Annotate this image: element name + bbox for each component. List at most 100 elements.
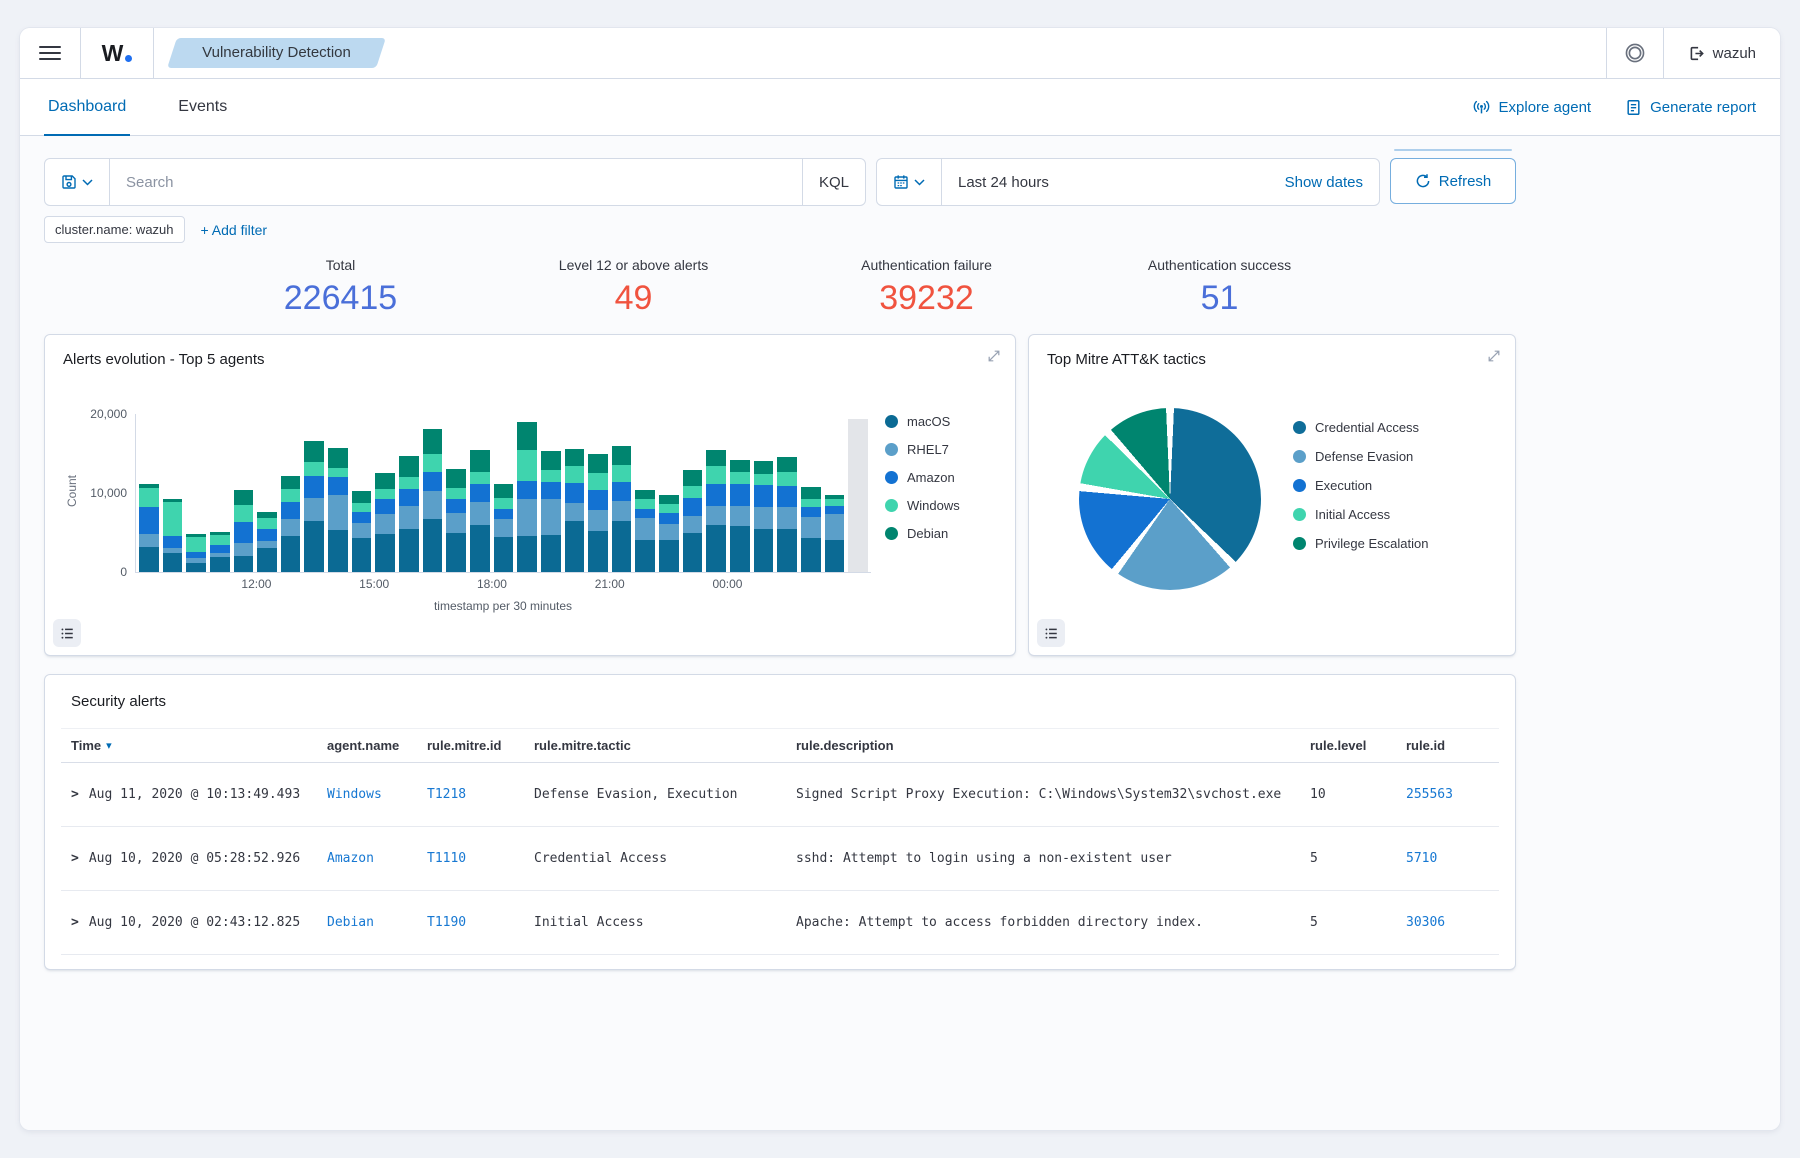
user-menu-button[interactable]: wazuh [1664, 28, 1780, 78]
bar[interactable] [163, 414, 183, 572]
bar-segment-macOS [375, 534, 395, 572]
bar[interactable] [375, 414, 395, 572]
explore-agent-button[interactable]: Explore agent [1472, 99, 1592, 116]
inspect-panel-button[interactable] [53, 619, 81, 647]
bar[interactable] [470, 414, 490, 572]
bar[interactable] [517, 414, 537, 572]
bar-segment-RHEL7 [470, 502, 490, 526]
legend-dot [885, 443, 898, 456]
bar-segment-RHEL7 [612, 501, 632, 521]
bar[interactable] [304, 414, 324, 572]
bar-segment-Debian [588, 454, 608, 473]
legend-label: Initial Access [1315, 507, 1390, 522]
table-row[interactable]: >Aug 11, 2020 @ 10:13:49.493 Windows T12… [61, 763, 1499, 827]
legend-item[interactable]: RHEL7 [885, 442, 997, 457]
bar[interactable] [234, 414, 254, 572]
top-header: W Vulnerability Detection wazuh [20, 28, 1780, 79]
bar[interactable] [423, 414, 443, 572]
time-range-value[interactable]: Last 24 hours [942, 174, 1269, 191]
agent-link[interactable]: Windows [327, 787, 382, 802]
breadcrumb[interactable]: Vulnerability Detection [172, 28, 381, 78]
filter-chip[interactable]: cluster.name: wazuh [44, 216, 185, 243]
bar[interactable] [754, 414, 774, 572]
show-dates-button[interactable]: Show dates [1269, 174, 1379, 191]
rule-id-link[interactable]: 5710 [1406, 851, 1437, 866]
calendar-icon [893, 174, 909, 190]
bar-segment-RHEL7 [730, 506, 750, 527]
expand-row-icon[interactable]: > [71, 915, 79, 930]
menu-button[interactable] [20, 28, 80, 78]
wazuh-logo[interactable]: W [81, 28, 153, 78]
bar[interactable] [683, 414, 703, 572]
bar[interactable] [139, 414, 159, 572]
bar[interactable] [494, 414, 514, 572]
tab-dashboard[interactable]: Dashboard [44, 79, 130, 135]
legend-item[interactable]: Amazon [885, 470, 997, 485]
table-row[interactable]: >Aug 10, 2020 @ 05:28:52.926 Amazon T111… [61, 827, 1499, 891]
health-status-button[interactable] [1607, 28, 1663, 78]
bar[interactable] [328, 414, 348, 572]
mitre-id-link[interactable]: T1110 [427, 851, 466, 866]
rule-id-link[interactable]: 30306 [1406, 915, 1445, 930]
search-input[interactable] [110, 174, 802, 191]
bar[interactable] [352, 414, 372, 572]
bar[interactable] [612, 414, 632, 572]
legend-item[interactable]: Execution [1293, 478, 1497, 493]
legend-item[interactable]: Windows [885, 498, 997, 513]
tab-events[interactable]: Events [174, 79, 231, 135]
stat-card: Authentication success 51 [1073, 249, 1366, 318]
y-tick: 10,000 [90, 486, 127, 500]
bar[interactable] [588, 414, 608, 572]
saved-queries-button[interactable] [45, 159, 110, 205]
legend-item[interactable]: Credential Access [1293, 420, 1497, 435]
agent-link[interactable]: Amazon [327, 851, 374, 866]
bar[interactable] [399, 414, 419, 572]
bar-segment-Windows [777, 472, 797, 485]
inspect-panel-button[interactable] [1037, 619, 1065, 647]
legend-label: Amazon [907, 470, 955, 485]
legend-item[interactable]: Defense Evasion [1293, 449, 1497, 464]
column-header-time[interactable]: Time▾ [61, 729, 317, 762]
bar[interactable] [659, 414, 679, 572]
legend-item[interactable]: Initial Access [1293, 507, 1497, 522]
rule-id-link[interactable]: 255563 [1406, 787, 1453, 802]
refresh-button[interactable]: Refresh [1390, 158, 1516, 204]
expand-icon [1487, 349, 1501, 363]
bar[interactable] [730, 414, 750, 572]
expand-panel-button[interactable] [983, 345, 1005, 367]
bar[interactable] [210, 414, 230, 572]
bar[interactable] [186, 414, 206, 572]
bar[interactable] [706, 414, 726, 572]
mitre-id-link[interactable]: T1190 [427, 915, 466, 930]
bar[interactable] [281, 414, 301, 572]
bar[interactable] [777, 414, 797, 572]
bar-segment-RHEL7 [565, 503, 585, 520]
bar[interactable] [825, 414, 845, 572]
bar[interactable] [446, 414, 466, 572]
expand-panel-button[interactable] [1483, 345, 1505, 367]
legend-item[interactable]: Privilege Escalation [1293, 536, 1497, 551]
expand-row-icon[interactable]: > [71, 851, 79, 866]
cell-mitre-id: T1218 [417, 763, 524, 826]
mitre-id-link[interactable]: T1218 [427, 787, 466, 802]
bar-segment-macOS [777, 529, 797, 572]
tab-bar: Dashboard Events Explore agent Generate … [20, 79, 1780, 136]
agent-link[interactable]: Debian [327, 915, 374, 930]
bar[interactable] [635, 414, 655, 572]
date-quick-select-button[interactable] [877, 159, 942, 205]
expand-row-icon[interactable]: > [71, 787, 79, 802]
bar[interactable] [541, 414, 561, 572]
legend-item[interactable]: Debian [885, 526, 997, 541]
bar[interactable] [565, 414, 585, 572]
add-filter-button[interactable]: + Add filter [201, 222, 268, 238]
generate-report-button[interactable]: Generate report [1625, 99, 1756, 116]
pie-chart[interactable] [1079, 408, 1261, 590]
stat-value: 49 [487, 279, 780, 318]
legend-item[interactable]: macOS [885, 414, 997, 429]
table-row[interactable]: >Aug 10, 2020 @ 02:43:12.825 Debian T119… [61, 891, 1499, 955]
pie-chart-area: Credential Access Defense Evasion Execut… [1047, 408, 1497, 590]
bar[interactable] [257, 414, 277, 572]
date-picker: Last 24 hours Show dates [876, 158, 1380, 206]
bar[interactable] [801, 414, 821, 572]
kql-switch[interactable]: KQL [802, 159, 865, 205]
